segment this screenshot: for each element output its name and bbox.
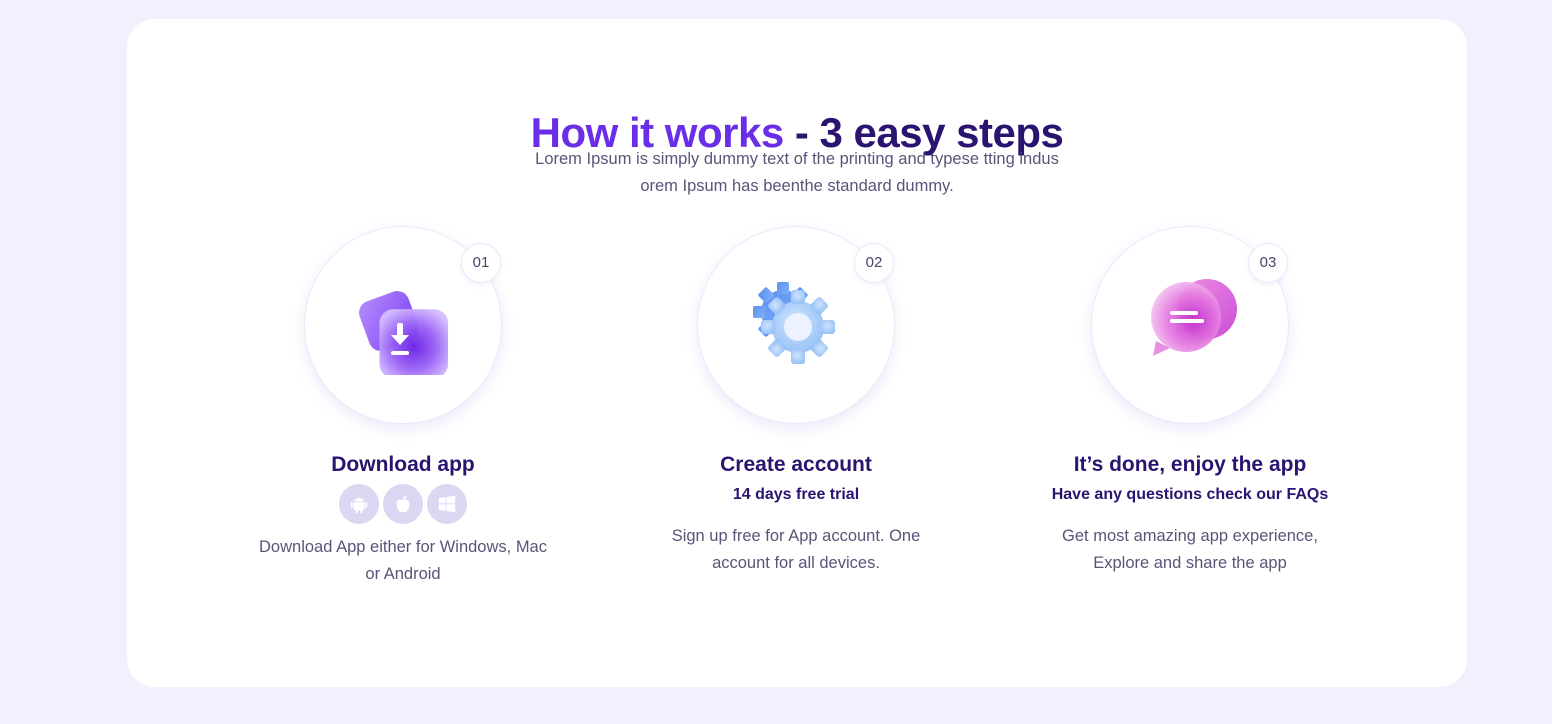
step-number-badge: 02 bbox=[854, 243, 894, 283]
step-description: Sign up free for App account. One accoun… bbox=[671, 527, 921, 572]
windows-icon bbox=[438, 495, 456, 513]
apple-download-button[interactable] bbox=[383, 484, 423, 524]
section-subtitle: Lorem Ipsum is simply dummy text of the … bbox=[535, 150, 1059, 195]
step-create-account: 02 Create account 14 days free trial Sig… bbox=[616, 226, 976, 577]
platform-list bbox=[223, 484, 583, 524]
how-it-works-card: How it works - 3 easy steps Lorem Ipsum … bbox=[127, 19, 1467, 687]
android-download-button[interactable] bbox=[339, 484, 379, 524]
step-title: It’s done, enjoy the app bbox=[1073, 453, 1307, 476]
step-title: Download app bbox=[331, 453, 475, 476]
step-icon-circle: 03 bbox=[1091, 226, 1289, 424]
step-description: Download App either for Windows, Mac or … bbox=[259, 538, 547, 583]
step-subtitle: Have any questions check our FAQs bbox=[1051, 486, 1329, 503]
android-icon bbox=[350, 498, 368, 514]
step-number-badge: 01 bbox=[461, 243, 501, 283]
step-title: Create account bbox=[720, 453, 872, 476]
apple-icon bbox=[396, 495, 410, 513]
windows-download-button[interactable] bbox=[427, 484, 467, 524]
step-icon-circle: 02 bbox=[697, 226, 895, 424]
step-number-badge: 03 bbox=[1248, 243, 1288, 283]
step-enjoy-app: 03 It’s done, enjoy the app Have any que… bbox=[1010, 226, 1370, 577]
download-icon bbox=[359, 291, 449, 375]
step-icon-circle: 01 bbox=[304, 226, 502, 424]
chat-icon bbox=[1151, 279, 1237, 356]
gear-icon bbox=[753, 282, 835, 364]
step-description: Get most amazing app experience, Explore… bbox=[1062, 527, 1318, 572]
step-download-app: 01 Download app Download App either for … bbox=[223, 226, 583, 588]
step-subtitle: 14 days free trial bbox=[732, 486, 860, 503]
